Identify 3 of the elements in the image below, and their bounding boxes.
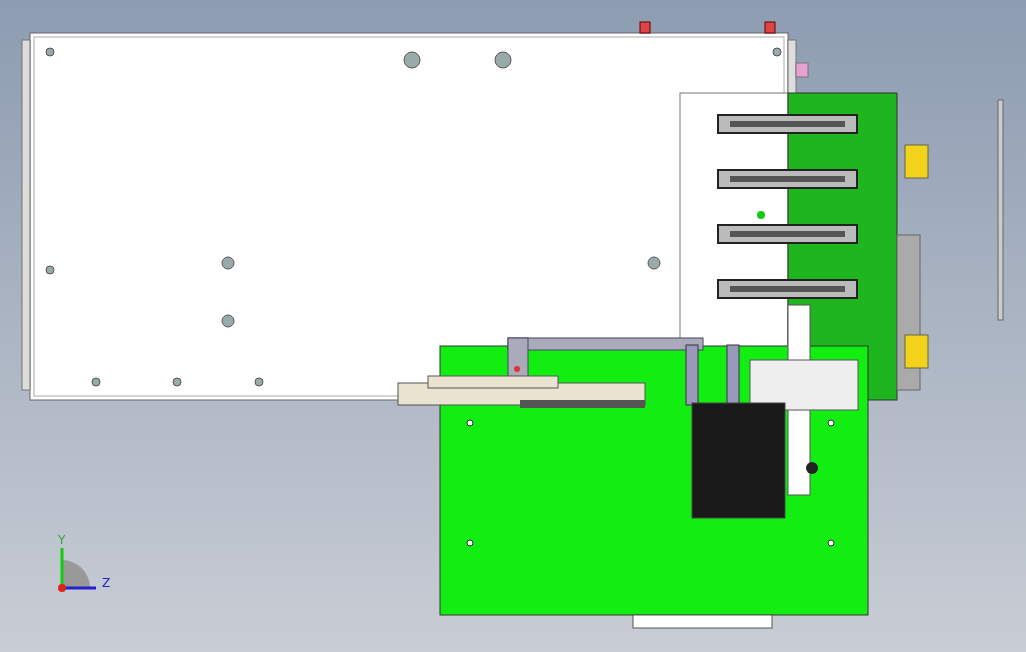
y-axis-label: Y xyxy=(58,533,66,547)
axis-triad-drawing xyxy=(58,548,96,592)
z-axis-label: Z xyxy=(102,576,111,590)
